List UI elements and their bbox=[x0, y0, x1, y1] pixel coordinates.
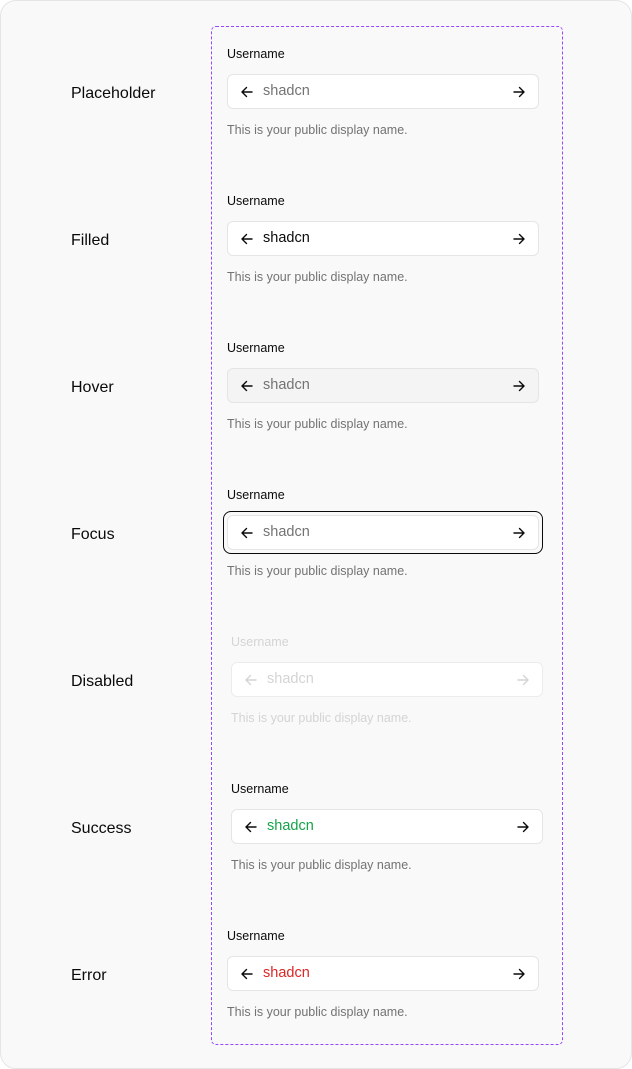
username-input[interactable]: shadcn bbox=[227, 221, 539, 256]
arrow-left-icon[interactable] bbox=[230, 75, 264, 108]
state-label-focus: Focus bbox=[71, 526, 115, 543]
username-input-disabled: shadcn bbox=[231, 662, 543, 697]
help-text: This is your public display name. bbox=[231, 711, 412, 725]
help-text: This is your public display name. bbox=[227, 564, 408, 578]
field-label: Username bbox=[231, 782, 289, 796]
input-placeholder: shadcn bbox=[263, 524, 310, 540]
row-hover: Hover Username shadcn This is your publi… bbox=[1, 320, 632, 467]
field-label: Username bbox=[227, 929, 285, 943]
state-label-success: Success bbox=[71, 820, 132, 837]
arrow-right-icon[interactable] bbox=[502, 369, 536, 402]
input-value: shadcn bbox=[263, 230, 310, 246]
field-label: Username bbox=[227, 488, 285, 502]
help-text: This is your public display name. bbox=[227, 270, 408, 284]
field-label: Username bbox=[231, 635, 289, 649]
row-disabled: Disabled Username shadcn This is your pu… bbox=[1, 614, 632, 761]
username-input[interactable]: shadcn bbox=[231, 809, 543, 844]
help-text: This is your public display name. bbox=[227, 1005, 408, 1019]
arrow-left-icon[interactable] bbox=[230, 516, 264, 549]
arrow-right-icon bbox=[506, 663, 540, 696]
row-focus: Focus Username shadcn This is your publi… bbox=[1, 467, 632, 614]
arrow-right-icon[interactable] bbox=[502, 957, 536, 990]
arrow-right-icon[interactable] bbox=[502, 516, 536, 549]
row-success: Success Username shadcn This is your pub… bbox=[1, 761, 632, 908]
arrow-right-icon[interactable] bbox=[502, 222, 536, 255]
username-input[interactable]: shadcn bbox=[227, 515, 539, 550]
arrow-left-icon[interactable] bbox=[230, 957, 264, 990]
state-label-filled: Filled bbox=[71, 232, 110, 249]
username-input[interactable]: shadcn bbox=[227, 74, 539, 109]
row-placeholder: Placeholder Username shadcn This is your… bbox=[1, 26, 632, 173]
state-label-error: Error bbox=[71, 967, 107, 984]
username-input[interactable]: shadcn bbox=[227, 956, 539, 991]
arrow-right-icon[interactable] bbox=[506, 810, 540, 843]
state-label-disabled: Disabled bbox=[71, 673, 134, 690]
input-placeholder: shadcn bbox=[263, 377, 310, 393]
showcase-frame: Placeholder Username shadcn This is your… bbox=[0, 0, 632, 1069]
username-input[interactable]: shadcn bbox=[227, 368, 539, 403]
arrow-right-icon[interactable] bbox=[502, 75, 536, 108]
help-text: This is your public display name. bbox=[227, 417, 408, 431]
help-text: This is your public display name. bbox=[231, 858, 412, 872]
field-label: Username bbox=[227, 341, 285, 355]
arrow-left-icon bbox=[234, 663, 268, 696]
row-filled: Filled Username shadcn This is your publ… bbox=[1, 173, 632, 320]
state-label-placeholder: Placeholder bbox=[71, 85, 156, 102]
arrow-left-icon[interactable] bbox=[234, 810, 268, 843]
row-error: Error Username shadcn This is your publi… bbox=[1, 908, 632, 1055]
field-label: Username bbox=[227, 194, 285, 208]
state-label-hover: Hover bbox=[71, 379, 114, 396]
arrow-left-icon[interactable] bbox=[230, 369, 264, 402]
help-text: This is your public display name. bbox=[227, 123, 408, 137]
input-placeholder: shadcn bbox=[263, 83, 310, 99]
field-label: Username bbox=[227, 47, 285, 61]
arrow-left-icon[interactable] bbox=[230, 222, 264, 255]
input-value: shadcn bbox=[267, 818, 314, 834]
input-value: shadcn bbox=[263, 965, 310, 981]
input-placeholder: shadcn bbox=[267, 671, 314, 687]
